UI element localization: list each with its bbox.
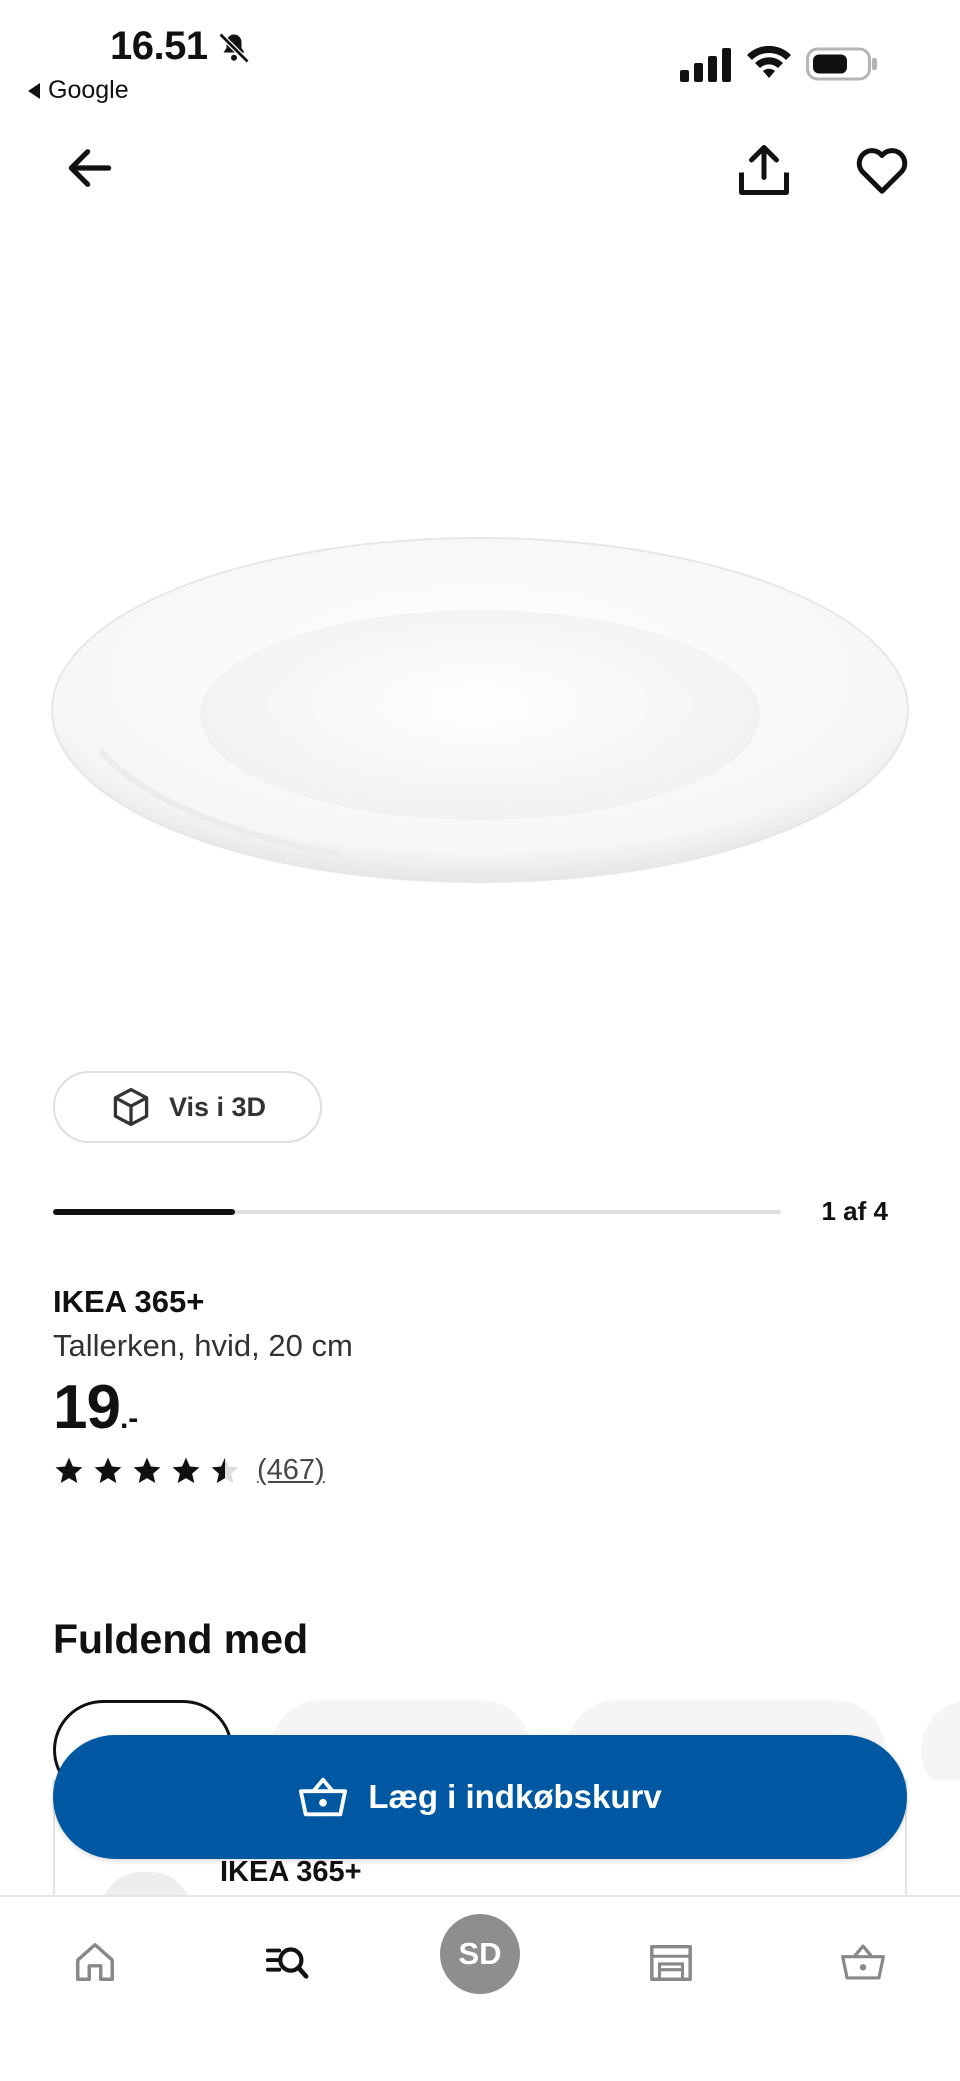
status-time: 16.51	[110, 24, 208, 68]
bundle-item-name[interactable]: IKEA 365+	[220, 1856, 362, 1889]
price-decimal: .-	[119, 1402, 139, 1435]
add-to-cart-button[interactable]: Læg i indkøbskurv	[53, 1735, 907, 1859]
price-integer: 19	[53, 1373, 121, 1442]
product-price: 19 .-	[53, 1372, 138, 1443]
star-full-icon	[55, 1457, 83, 1483]
star-full-icon	[94, 1457, 122, 1483]
rating-stars	[53, 1455, 241, 1487]
gallery-progress-bar	[53, 1209, 781, 1215]
search-icon	[265, 1947, 309, 1979]
wifi-icon	[747, 45, 791, 78]
bell-muted-icon	[218, 32, 250, 64]
cellular-signal-icon	[680, 48, 731, 82]
back-triangle-icon	[28, 82, 40, 99]
home-icon	[76, 1943, 114, 1981]
heart-icon[interactable]	[852, 140, 912, 200]
tab-cart[interactable]	[828, 1927, 898, 1997]
product-rating[interactable]: (467)	[53, 1454, 325, 1487]
share-icon[interactable]	[734, 140, 794, 200]
gallery-counter: 1 af 4	[821, 1196, 889, 1226]
tab-home[interactable]	[60, 1927, 130, 1997]
status-bar: 16.51 Google	[0, 0, 960, 120]
tab-search[interactable]	[252, 1927, 322, 1997]
basket-icon	[841, 1944, 885, 1980]
product-image-plate[interactable]	[40, 520, 920, 900]
back-app-label: Google	[48, 76, 129, 104]
view-3d-label: Vis i 3D	[168, 1091, 267, 1122]
battery-icon	[806, 47, 877, 81]
cube-3d-icon	[113, 1087, 149, 1127]
complete-with-title: Fuldend med	[53, 1616, 309, 1662]
thumbnail[interactable]	[921, 1700, 960, 1780]
store-icon	[650, 1944, 692, 1981]
avatar[interactable]: SD	[440, 1914, 520, 1994]
star-half-icon	[211, 1457, 239, 1483]
star-full-icon	[133, 1457, 161, 1483]
review-count-link[interactable]: (467)	[257, 1454, 325, 1487]
add-to-cart-label: Læg i indkøbskurv	[368, 1778, 662, 1815]
back-to-app-link[interactable]: Google	[28, 76, 129, 105]
star-full-icon	[172, 1457, 200, 1483]
gallery-progress-fill	[53, 1209, 235, 1215]
tab-stores[interactable]	[636, 1927, 706, 1997]
product-description: Tallerken, hvid, 20 cm	[53, 1328, 353, 1363]
arrow-left-icon[interactable]	[62, 140, 118, 196]
view-3d-button[interactable]: Vis i 3D	[53, 1071, 322, 1143]
basket-icon	[299, 1777, 348, 1817]
bottom-tab-bar: SD	[0, 1895, 960, 2081]
product-name[interactable]: IKEA 365+	[53, 1284, 204, 1320]
